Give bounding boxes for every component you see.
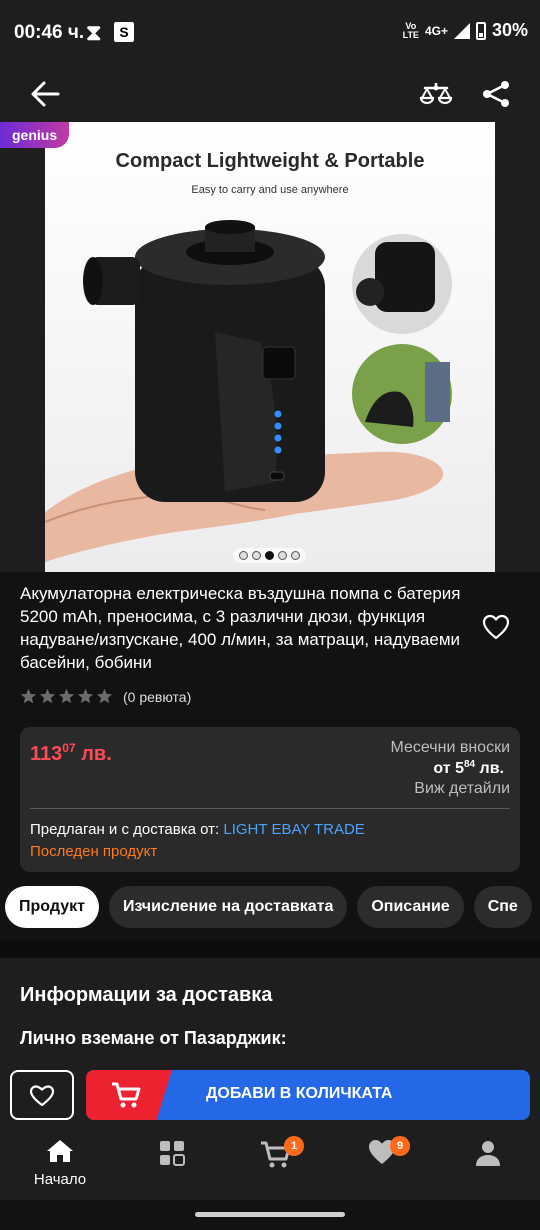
bottom-action-bar: ДОБАВИ В КОЛИЧКАТА bbox=[0, 1066, 540, 1130]
pump-illustration bbox=[45, 220, 452, 562]
product-gallery: genius Compact Lightweight & Portable Ea… bbox=[0, 122, 540, 572]
scale-compare-icon bbox=[419, 83, 453, 105]
tab-description[interactable]: Описание bbox=[357, 886, 464, 928]
home-indicator[interactable] bbox=[195, 1212, 345, 1217]
seller-info: Предлаган и с доставка от: LIGHT EBAY TR… bbox=[30, 821, 365, 838]
volte-bottom: LTE bbox=[402, 29, 419, 40]
section-separator bbox=[0, 940, 540, 958]
product-tabs: Продукт Изчисление на доставката Описани… bbox=[5, 886, 532, 928]
add-to-cart-button[interactable]: ДОБАВИ В КОЛИЧКАТА bbox=[86, 1070, 530, 1120]
back-button[interactable] bbox=[26, 74, 66, 114]
network-label: 4G+ bbox=[424, 23, 448, 38]
heart-outline-icon bbox=[29, 1085, 55, 1107]
share-button[interactable] bbox=[476, 74, 516, 114]
review-count[interactable]: (0 ревюта) bbox=[123, 689, 191, 705]
hourglass-icon: ⧗ bbox=[86, 20, 102, 45]
pagination-dot[interactable] bbox=[278, 551, 287, 560]
product-image[interactable]: Compact Lightweight & Portable Easy to c… bbox=[45, 122, 495, 572]
nav-favorites[interactable]: 9 bbox=[352, 1136, 412, 1171]
stock-warning: Последен продукт bbox=[30, 843, 158, 860]
gallery-pagination bbox=[233, 548, 306, 563]
battery-icon bbox=[475, 21, 486, 40]
genius-badge: genius bbox=[0, 122, 70, 148]
volte-icon: Vo LTE bbox=[402, 21, 419, 40]
monthly-price-currency: лв. bbox=[479, 760, 504, 777]
seller-label: Предлаган и с доставка от: bbox=[30, 821, 220, 838]
gesture-bar bbox=[0, 1200, 540, 1230]
heart-outline-icon bbox=[482, 614, 510, 640]
share-icon bbox=[483, 81, 509, 107]
nav-cart[interactable]: 1 bbox=[246, 1136, 306, 1175]
tab-product[interactable]: Продукт bbox=[5, 886, 99, 928]
signal-icon bbox=[453, 22, 470, 39]
price: 11307 лв. bbox=[30, 741, 112, 766]
wishlist-button[interactable] bbox=[482, 614, 510, 640]
nav-home[interactable]: Начало bbox=[30, 1138, 90, 1188]
pagination-dot[interactable] bbox=[291, 551, 300, 560]
bottom-navigation: Начало 1 9 bbox=[0, 1130, 540, 1200]
divider bbox=[30, 808, 510, 809]
battery-percent: 30% bbox=[491, 20, 528, 40]
star-icon bbox=[58, 688, 75, 704]
cart-icon bbox=[112, 1082, 141, 1108]
nav-home-label: Начало bbox=[33, 1171, 87, 1188]
price-card: 11307 лв. Месечни вноски от 584 лв. Виж … bbox=[20, 727, 520, 872]
pagination-dot-active[interactable] bbox=[265, 551, 274, 560]
star-icon bbox=[96, 688, 113, 704]
status-indicators: Vo LTE 4G+ 30% bbox=[403, 20, 528, 41]
tab-specifications[interactable]: Спе bbox=[473, 886, 532, 928]
home-icon bbox=[47, 1140, 73, 1162]
star-icon bbox=[39, 688, 56, 704]
s-app-icon: S bbox=[114, 22, 134, 42]
price-whole: 113 bbox=[30, 743, 63, 765]
pagination-dot[interactable] bbox=[239, 551, 248, 560]
favorites-badge: 9 bbox=[390, 1136, 410, 1156]
add-to-cart-label: ДОБАВИ В КОЛИЧКАТА bbox=[206, 1085, 393, 1102]
nav-categories[interactable] bbox=[142, 1138, 202, 1173]
view-details-link[interactable]: Виж детайли bbox=[414, 780, 510, 798]
user-icon bbox=[476, 1141, 500, 1166]
status-bar: 00:46 ч. ⧗ S Vo LTE 4G+ 30% bbox=[0, 0, 540, 66]
product-title: Акумулаторна електрическа въздушна помпа… bbox=[20, 584, 461, 672]
delivery-title: Информации за доставка bbox=[20, 984, 273, 1006]
cart-badge: 1 bbox=[284, 1136, 304, 1156]
categories-icon bbox=[160, 1141, 185, 1166]
monthly-price-fraction: 84 bbox=[463, 759, 476, 770]
pickup-label: Лично вземане от Пазарджик: bbox=[20, 1028, 287, 1048]
price-fraction: 07 bbox=[62, 741, 76, 755]
price-currency: лв. bbox=[81, 743, 112, 765]
pagination-dot[interactable] bbox=[252, 551, 261, 560]
star-icon bbox=[77, 688, 94, 704]
status-time: 00:46 ч. bbox=[14, 22, 85, 43]
star-icon bbox=[20, 688, 37, 704]
compare-button[interactable] bbox=[416, 74, 456, 114]
monthly-installment-price: от 584 лв. bbox=[433, 759, 504, 778]
cart-section bbox=[86, 1070, 172, 1120]
monthly-price-whole: от 5 bbox=[433, 760, 464, 777]
seller-link[interactable]: LIGHT EBAY TRADE bbox=[223, 821, 364, 838]
add-to-favorites-button[interactable] bbox=[10, 1070, 74, 1120]
nav-profile[interactable] bbox=[458, 1138, 518, 1173]
top-app-bar bbox=[0, 66, 540, 122]
tab-delivery-calculation[interactable]: Изчисление на доставката bbox=[108, 886, 348, 928]
monthly-installments-label: Месечни вноски bbox=[390, 739, 511, 756]
rating-row[interactable]: (0 ревюта) bbox=[20, 688, 191, 705]
arrow-left-icon bbox=[31, 81, 60, 107]
